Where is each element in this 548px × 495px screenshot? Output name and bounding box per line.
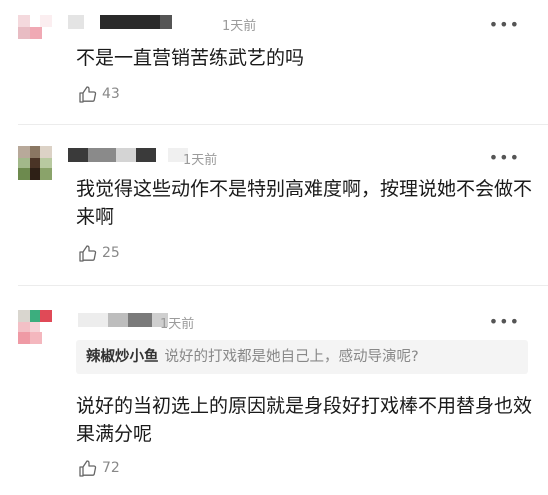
- quoted-text: 说好的打戏都是她自己上，感动导演呢?: [164, 349, 419, 365]
- like-button[interactable]: 72: [78, 458, 120, 478]
- thumbs-up-icon: [79, 86, 97, 103]
- comment-time: 1天前: [222, 19, 257, 34]
- avatar[interactable]: [18, 310, 52, 344]
- like-count: 43: [102, 86, 120, 102]
- comment-text: 我觉得这些动作不是特别高难度啊，按理说她不会做不来啊: [76, 178, 533, 228]
- comment-text: 说好的当初选上的原因就是身段好打戏棒不用替身也效果满分呢: [76, 395, 533, 445]
- comment-time: 1天前: [183, 153, 218, 168]
- more-dots-icon[interactable]: •••: [489, 150, 520, 166]
- like-button[interactable]: 25: [78, 243, 120, 263]
- more-dots-icon[interactable]: •••: [489, 314, 520, 330]
- divider: [18, 124, 548, 125]
- divider: [18, 285, 548, 286]
- reply-quote[interactable]: 辣椒炒小鱼 说好的打戏都是她自己上，感动导演呢?: [76, 340, 528, 374]
- more-dots-icon[interactable]: •••: [489, 17, 520, 33]
- comment-text: 不是一直营销苦练武艺的吗: [76, 47, 305, 69]
- like-count: 25: [102, 245, 120, 261]
- like-count: 72: [102, 460, 120, 476]
- like-button[interactable]: 43: [78, 84, 120, 104]
- thumbs-up-icon: [79, 460, 97, 477]
- thumbs-up-icon: [79, 245, 97, 262]
- comment-time: 1天前: [160, 317, 195, 332]
- avatar[interactable]: [18, 146, 52, 180]
- avatar[interactable]: [18, 15, 52, 49]
- quoted-username[interactable]: 辣椒炒小鱼: [86, 349, 159, 365]
